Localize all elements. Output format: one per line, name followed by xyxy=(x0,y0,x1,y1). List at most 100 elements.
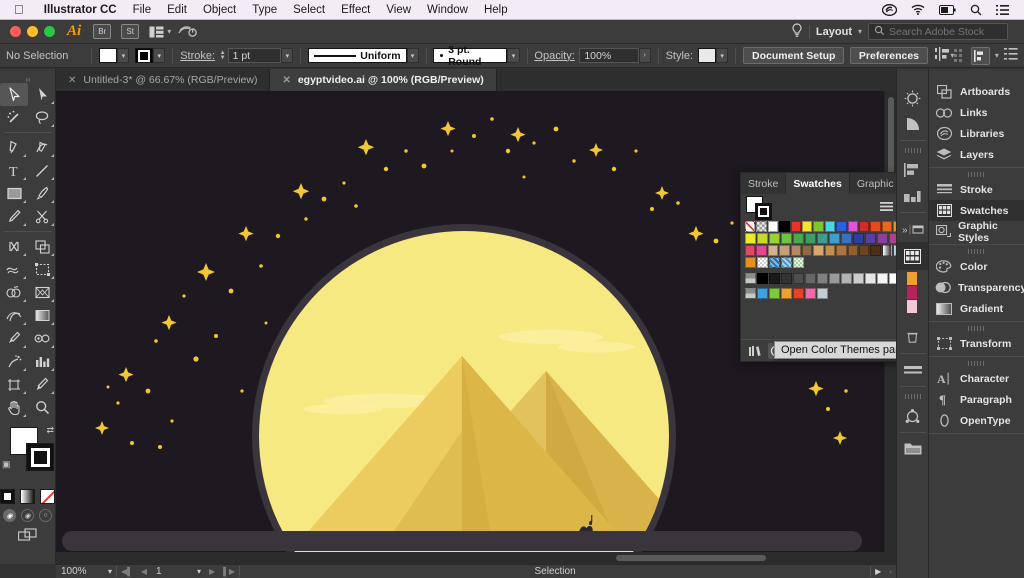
swatch-group-icon[interactable] xyxy=(745,273,756,284)
align-icon[interactable] xyxy=(899,157,927,183)
chevron-down-icon[interactable]: ▾ xyxy=(990,51,1004,60)
swatch-none[interactable] xyxy=(745,221,756,232)
stock-button[interactable]: St xyxy=(121,24,140,39)
sun-control-icon[interactable] xyxy=(899,85,927,111)
swatch-color[interactable] xyxy=(853,233,864,244)
pathfinder-rail-icon[interactable] xyxy=(899,403,927,429)
stroke-label[interactable]: Stroke: xyxy=(180,50,215,62)
graphic-style-swatch[interactable] xyxy=(697,48,717,63)
default-fill-stroke-icon[interactable]: ▣ xyxy=(2,459,11,470)
search-input[interactable] xyxy=(889,25,1004,38)
swatch-color[interactable] xyxy=(813,245,824,256)
curvature-tool[interactable] xyxy=(28,136,56,159)
swatch-color[interactable] xyxy=(790,221,802,232)
menu-item-type[interactable]: Type xyxy=(244,4,285,16)
dock-item-layers[interactable]: Layers xyxy=(929,144,1024,165)
opacity-chevron[interactable]: › xyxy=(638,48,651,63)
swatches-panel[interactable]: Stroke Swatches Graphic Styl » | xyxy=(740,172,968,362)
swatch-color[interactable] xyxy=(790,245,802,256)
toolbar-collapse-handle[interactable] xyxy=(0,75,56,83)
swatch-gray[interactable] xyxy=(853,273,864,284)
dock-grip[interactable] xyxy=(929,247,1024,256)
draw-behind-button[interactable]: ◉ xyxy=(21,509,34,522)
menu-item-file[interactable]: File xyxy=(125,4,160,16)
collapse-icon[interactable]: » xyxy=(899,216,927,242)
swatches-rail-icon[interactable] xyxy=(896,242,929,270)
swatch-color[interactable] xyxy=(836,245,847,256)
swatch-color[interactable] xyxy=(829,233,840,244)
swatch-color[interactable] xyxy=(781,288,792,299)
swatch-color[interactable] xyxy=(757,288,768,299)
swatch-gray[interactable] xyxy=(865,273,876,284)
dock-item-gradient[interactable]: Gradient xyxy=(929,298,1024,319)
stroke-color-swatch[interactable] xyxy=(26,443,54,471)
swatch-color[interactable] xyxy=(824,221,836,232)
swatch-grid[interactable] xyxy=(741,221,919,299)
swatch-color[interactable] xyxy=(745,245,756,256)
artboard-tool[interactable] xyxy=(0,373,28,396)
shape-control-icon[interactable] xyxy=(899,111,927,137)
chevron-down-icon[interactable]: ▾ xyxy=(858,27,862,36)
style-chevron[interactable]: ▾ xyxy=(716,48,729,63)
swatch-color[interactable] xyxy=(881,221,893,232)
first-artboard-icon[interactable]: ◀▌ xyxy=(117,567,137,576)
canvas-horizontal-scrollbar[interactable] xyxy=(56,552,896,564)
swatch-color[interactable] xyxy=(767,245,779,256)
lasso-tool[interactable] xyxy=(28,106,56,129)
last-artboard-icon[interactable]: ▌▶ xyxy=(219,567,239,576)
play-icon[interactable]: ▶ xyxy=(871,567,885,576)
gradient-tool[interactable] xyxy=(28,304,56,327)
swatch-libraries-icon[interactable] xyxy=(747,343,764,359)
stroke-dropdown-chevron[interactable]: ▾ xyxy=(153,48,166,63)
swatch-color[interactable] xyxy=(779,245,790,256)
artboard-number[interactable]: 1 xyxy=(151,565,193,578)
swatch-pattern[interactable] xyxy=(781,257,792,268)
swatch-color[interactable] xyxy=(802,245,813,256)
document-setup-button[interactable]: Document Setup xyxy=(743,47,845,64)
swatch-registration[interactable] xyxy=(756,221,767,232)
dock-item-color[interactable]: Color xyxy=(929,256,1024,277)
active-tool-label[interactable]: Selection xyxy=(240,566,870,577)
gradient-mode-button[interactable] xyxy=(20,489,35,504)
align-panel-button[interactable] xyxy=(971,46,990,65)
search-icon[interactable] xyxy=(970,4,982,16)
swatch-gray[interactable] xyxy=(757,273,768,284)
swatch-pattern[interactable] xyxy=(769,257,780,268)
stock-search-box[interactable] xyxy=(868,23,1008,40)
brush-chevron[interactable]: ▾ xyxy=(507,48,520,63)
swatch-color[interactable] xyxy=(793,288,804,299)
align-objects-icon[interactable] xyxy=(935,47,950,64)
document-tab-untitled[interactable]: ✕ Untitled-3* @ 66.67% (RGB/Preview) xyxy=(56,69,271,91)
pen-tool[interactable] xyxy=(0,136,28,159)
stroke-weight-stepper[interactable]: ▲ ▼ xyxy=(220,50,226,61)
drag-handle-dots[interactable] xyxy=(954,49,963,62)
menu-app-name[interactable]: Illustrator CC xyxy=(36,4,125,16)
swap-fill-stroke-icon[interactable]: ⇄ xyxy=(46,425,54,436)
menu-item-view[interactable]: View xyxy=(378,4,419,16)
stroke-profile-field[interactable]: Uniform xyxy=(308,48,407,63)
magic-wand-tool[interactable] xyxy=(0,106,28,129)
change-screen-mode-icon[interactable] xyxy=(0,528,55,543)
dock-item-paragraph[interactable]: ¶ Paragraph xyxy=(929,389,1024,410)
chevron-down-icon[interactable]: ▾ xyxy=(193,567,205,576)
swatch-color[interactable] xyxy=(769,288,780,299)
distribute-icon[interactable] xyxy=(899,183,927,209)
layout-workspace-group[interactable]: Layout ▾ xyxy=(781,22,1018,41)
swatch-color[interactable] xyxy=(859,245,870,256)
swatch-color[interactable] xyxy=(745,233,756,244)
eyedropper-tool[interactable] xyxy=(0,327,28,350)
menu-item-edit[interactable]: Edit xyxy=(159,4,195,16)
chevron-down-icon[interactable]: ▾ xyxy=(167,27,171,36)
fill-dropdown-chevron[interactable]: ▾ xyxy=(117,48,130,63)
swatch-color[interactable] xyxy=(847,245,859,256)
width-tool[interactable] xyxy=(0,258,28,281)
menu-item-effect[interactable]: Effect xyxy=(333,4,378,16)
close-window-button[interactable] xyxy=(10,26,21,37)
swatch-color[interactable] xyxy=(859,221,870,232)
zoom-tool[interactable] xyxy=(28,396,56,419)
paintbrush-tool[interactable] xyxy=(28,182,56,205)
swatch-group-icon[interactable] xyxy=(745,288,756,299)
blend-tool[interactable] xyxy=(28,327,56,350)
swatch-color[interactable] xyxy=(745,257,756,268)
stroke-weight-field[interactable]: 1 pt xyxy=(227,48,282,63)
